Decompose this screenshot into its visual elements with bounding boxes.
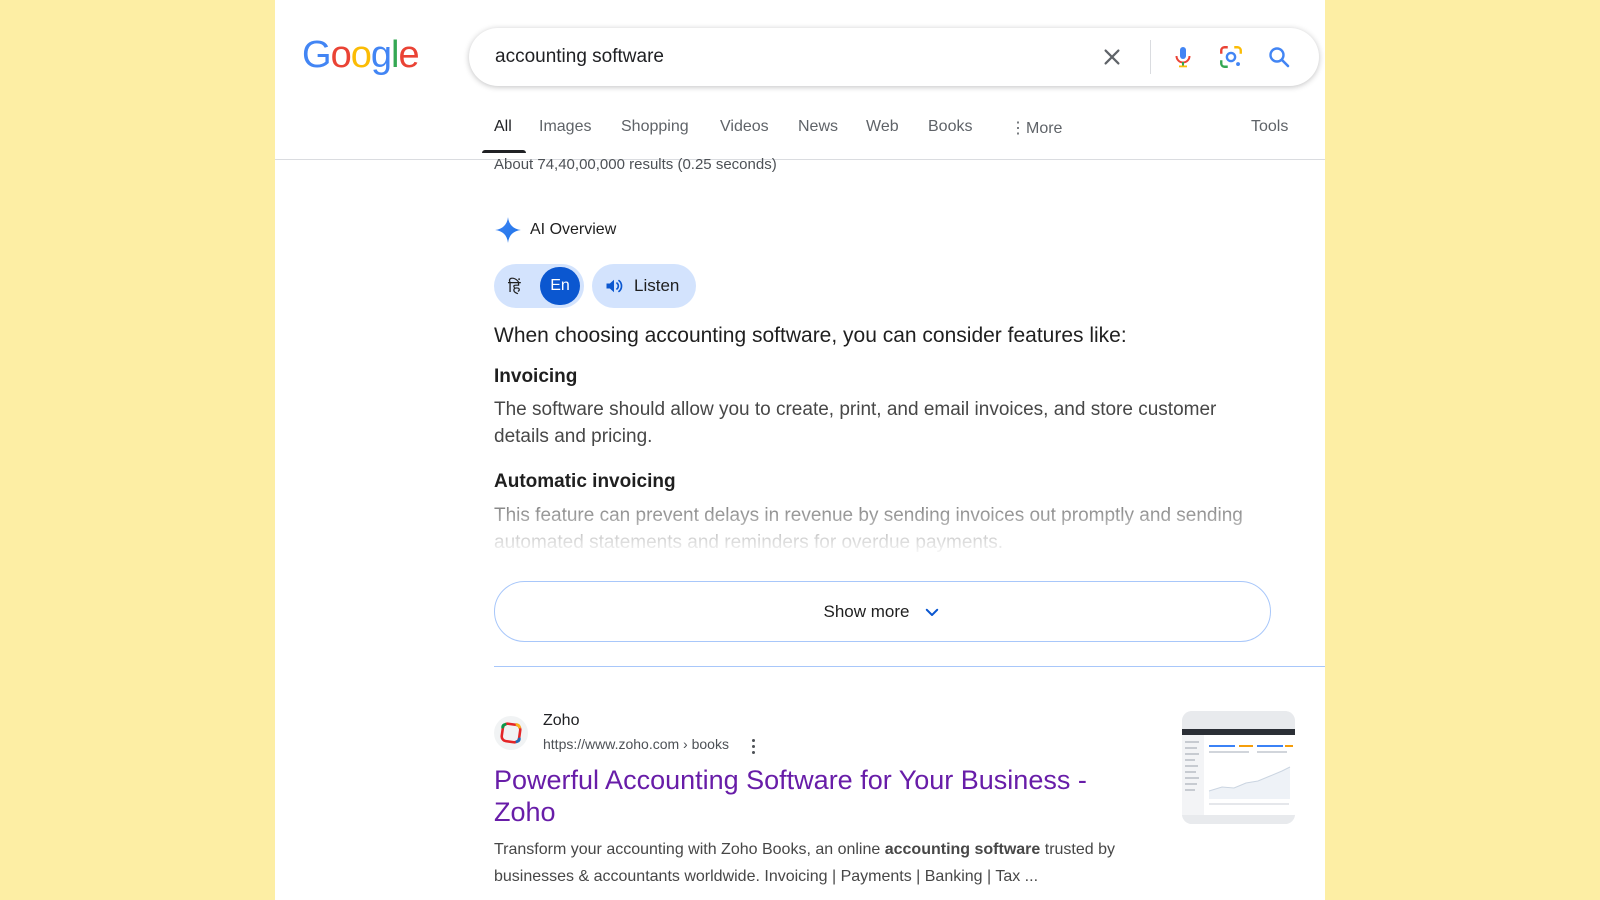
tab-tools[interactable]: Tools xyxy=(1251,118,1288,136)
ai-overview-title: AI Overview xyxy=(530,221,617,238)
ai-overview-lead: When choosing accounting software, you c… xyxy=(494,324,1127,347)
search-results-page: Google accounting software All Images Sh… xyxy=(275,0,1325,900)
feature-text: This feature can prevent delays in reven… xyxy=(494,505,1243,552)
logo-letter: o xyxy=(350,34,372,76)
section-divider xyxy=(494,666,1325,667)
language-toggle: हिं En xyxy=(494,264,584,308)
tab-more[interactable]: ⋮More xyxy=(1010,118,1062,138)
show-more-button[interactable]: Show more xyxy=(494,581,1271,642)
ai-overview-header: AI Overview xyxy=(494,216,616,244)
google-lens-icon[interactable] xyxy=(1217,43,1245,71)
tab-web[interactable]: Web xyxy=(866,118,899,136)
show-more-label: Show more xyxy=(823,601,910,621)
result-snippet: Transform your accounting with Zoho Book… xyxy=(494,836,1154,890)
more-options-icon[interactable] xyxy=(745,736,761,756)
logo-letter: l xyxy=(390,34,400,76)
search-input[interactable] xyxy=(495,42,1055,72)
language-hindi-button[interactable]: हिं xyxy=(508,275,521,297)
microphone-icon[interactable] xyxy=(1169,43,1197,71)
tab-shopping[interactable]: Shopping xyxy=(621,118,689,136)
result-site-name[interactable]: Zoho xyxy=(543,712,579,730)
zoho-favicon[interactable] xyxy=(494,716,528,750)
result-url[interactable]: https://www.zoho.com › books xyxy=(543,736,729,752)
speaker-icon xyxy=(606,279,623,293)
result-title-link[interactable]: Powerful Accounting Software for Your Bu… xyxy=(494,764,1134,828)
tab-images[interactable]: Images xyxy=(539,118,591,136)
search-icon[interactable] xyxy=(1265,43,1293,71)
close-icon[interactable] xyxy=(1098,43,1126,71)
tab-books[interactable]: Books xyxy=(928,118,972,136)
tab-news[interactable]: News xyxy=(798,118,838,136)
google-logo[interactable]: Google xyxy=(302,34,420,76)
tab-videos[interactable]: Videos xyxy=(720,118,769,136)
search-box xyxy=(469,28,1319,86)
result-stats: About 74,40,00,000 results (0.25 seconds… xyxy=(494,156,777,173)
more-vert-icon: ⋮ xyxy=(1010,120,1026,137)
logo-letter: e xyxy=(398,34,419,76)
snippet-highlight: accounting software xyxy=(884,841,1041,858)
result-thumbnail[interactable] xyxy=(1182,711,1295,824)
tab-more-label: More xyxy=(1026,120,1063,137)
search-divider xyxy=(1150,40,1151,74)
feature-text: The software should allow you to create,… xyxy=(494,399,1217,447)
logo-letter: G xyxy=(302,34,332,76)
snippet-text: Transform your accounting with Zoho Book… xyxy=(494,841,885,858)
search-tabs: All Images Shopping Videos News Web Book… xyxy=(275,110,1325,160)
listen-button[interactable]: Listen xyxy=(592,264,696,308)
language-english-button[interactable]: En xyxy=(540,267,580,305)
feature-heading: Invoicing xyxy=(494,366,578,387)
chevron-down-icon xyxy=(926,608,939,616)
feature-heading: Automatic invoicing xyxy=(494,471,676,492)
logo-letter: o xyxy=(330,34,352,76)
active-tab-indicator xyxy=(482,150,526,153)
tab-all[interactable]: All xyxy=(494,118,512,136)
logo-letter: g xyxy=(370,34,392,76)
listen-label: Listen xyxy=(634,276,680,295)
gemini-sparkle-icon xyxy=(495,217,521,243)
